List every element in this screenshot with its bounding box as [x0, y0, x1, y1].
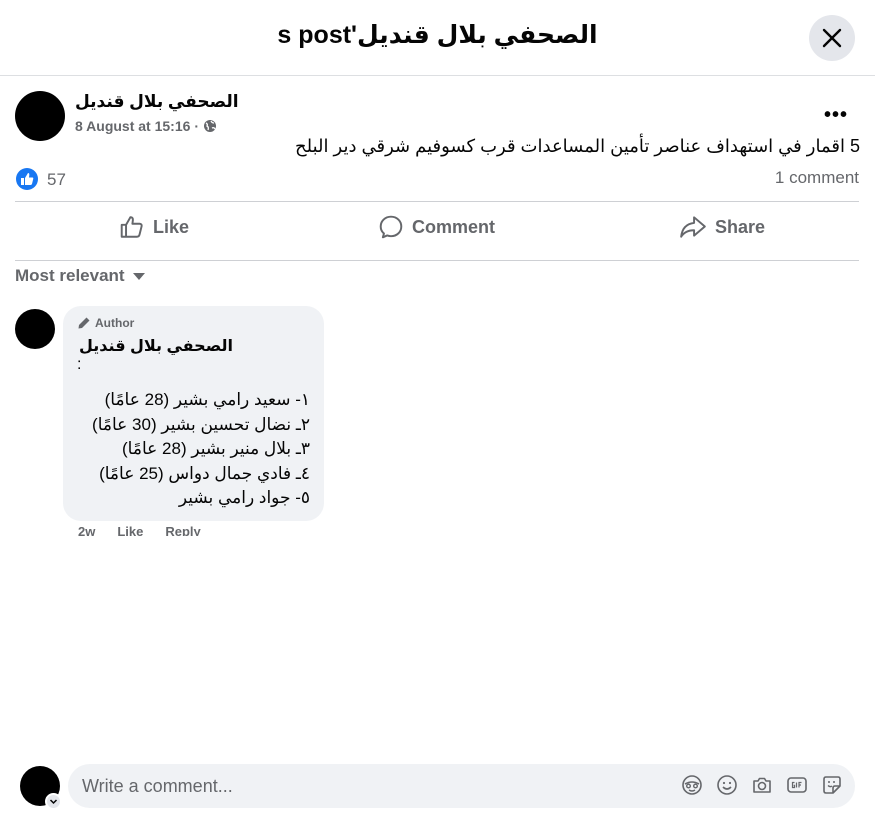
like-button[interactable]: Like [119, 210, 189, 244]
close-icon [822, 28, 842, 48]
gif-icon[interactable] [786, 774, 808, 796]
comment-like-link[interactable]: Like [117, 524, 143, 536]
comment-reply-link[interactable]: Reply [165, 524, 200, 536]
comment-sort-dropdown[interactable]: Most relevant [15, 266, 145, 286]
author-badge: Author [77, 316, 134, 330]
author-badge-label: Author [95, 316, 135, 330]
post-author-name[interactable]: الصحفي بلال قنديل [75, 92, 239, 112]
comment-line: ٤ـ فادي جمال دواس (25 عامًا) [99, 463, 310, 483]
comment-count[interactable]: 1 comment [775, 168, 859, 188]
post-text: 5 اقمار في استهداف عناصر تأمين المساعدات… [295, 136, 860, 156]
globe-icon [204, 120, 217, 132]
dialog-header: الصحفي بلال قنديل's post [0, 0, 875, 76]
comment-button[interactable]: Comment [378, 210, 495, 244]
share-label: Share [715, 216, 766, 237]
post-meta: 8 August at 15:16 · [75, 118, 217, 134]
post-date[interactable]: 8 August at 15:16 [75, 118, 190, 134]
comment-line: ١- سعيد رامي بشير (28 عامًا) [104, 390, 310, 409]
comment-line: ٣ـ بلال منير بشير (28 عامًا) [122, 439, 310, 458]
comment-time[interactable]: 2w [78, 524, 95, 536]
sort-label: Most relevant [15, 266, 125, 285]
share-icon [680, 216, 706, 238]
meta-separator: · [194, 118, 200, 134]
chevron-down-icon[interactable] [45, 793, 62, 810]
like-reaction-icon[interactable] [16, 168, 38, 190]
comment-icon [379, 215, 403, 239]
share-button[interactable]: Share [679, 210, 765, 244]
comment-colon: : [77, 356, 82, 373]
divider [15, 201, 859, 202]
comment-line: ٢ـ نضال تحسين بشير (30 عامًا) [92, 414, 310, 434]
reaction-count[interactable]: 57 [47, 170, 66, 190]
comment-author-avatar[interactable] [15, 309, 55, 349]
post-author-avatar[interactable] [15, 91, 65, 141]
more-options-button[interactable]: ••• [824, 104, 848, 127]
dialog-title: الصحفي بلال قنديل's post [277, 21, 598, 49]
pencil-icon [78, 317, 90, 329]
divider [15, 260, 859, 261]
comment-bubble: Author الصحفي بلال قنديل : ١- سعيد رامي … [63, 306, 324, 521]
comment-actions: 2w Like Reply [78, 524, 201, 536]
comment-body: ١- سعيد رامي بشير (28 عامًا) ٢ـ نضال تحس… [73, 388, 310, 511]
thumbs-up-icon [120, 216, 143, 238]
avatar-sticker-icon[interactable] [681, 774, 703, 796]
composer-tools [681, 774, 843, 796]
comment-composer [68, 764, 855, 808]
sticker-icon[interactable] [821, 774, 843, 796]
comment-author-name[interactable]: الصحفي بلال قنديل [79, 336, 233, 356]
comment-label: Comment [412, 216, 496, 237]
caret-down-icon [132, 272, 145, 280]
close-button[interactable] [809, 15, 855, 61]
composer-avatar[interactable] [20, 766, 62, 810]
like-label: Like [153, 216, 190, 237]
emoji-icon[interactable] [716, 774, 738, 796]
camera-icon[interactable] [751, 774, 773, 796]
comment-input[interactable] [82, 764, 642, 808]
comment-line: ٥- جواد رامي بشير [178, 488, 310, 507]
